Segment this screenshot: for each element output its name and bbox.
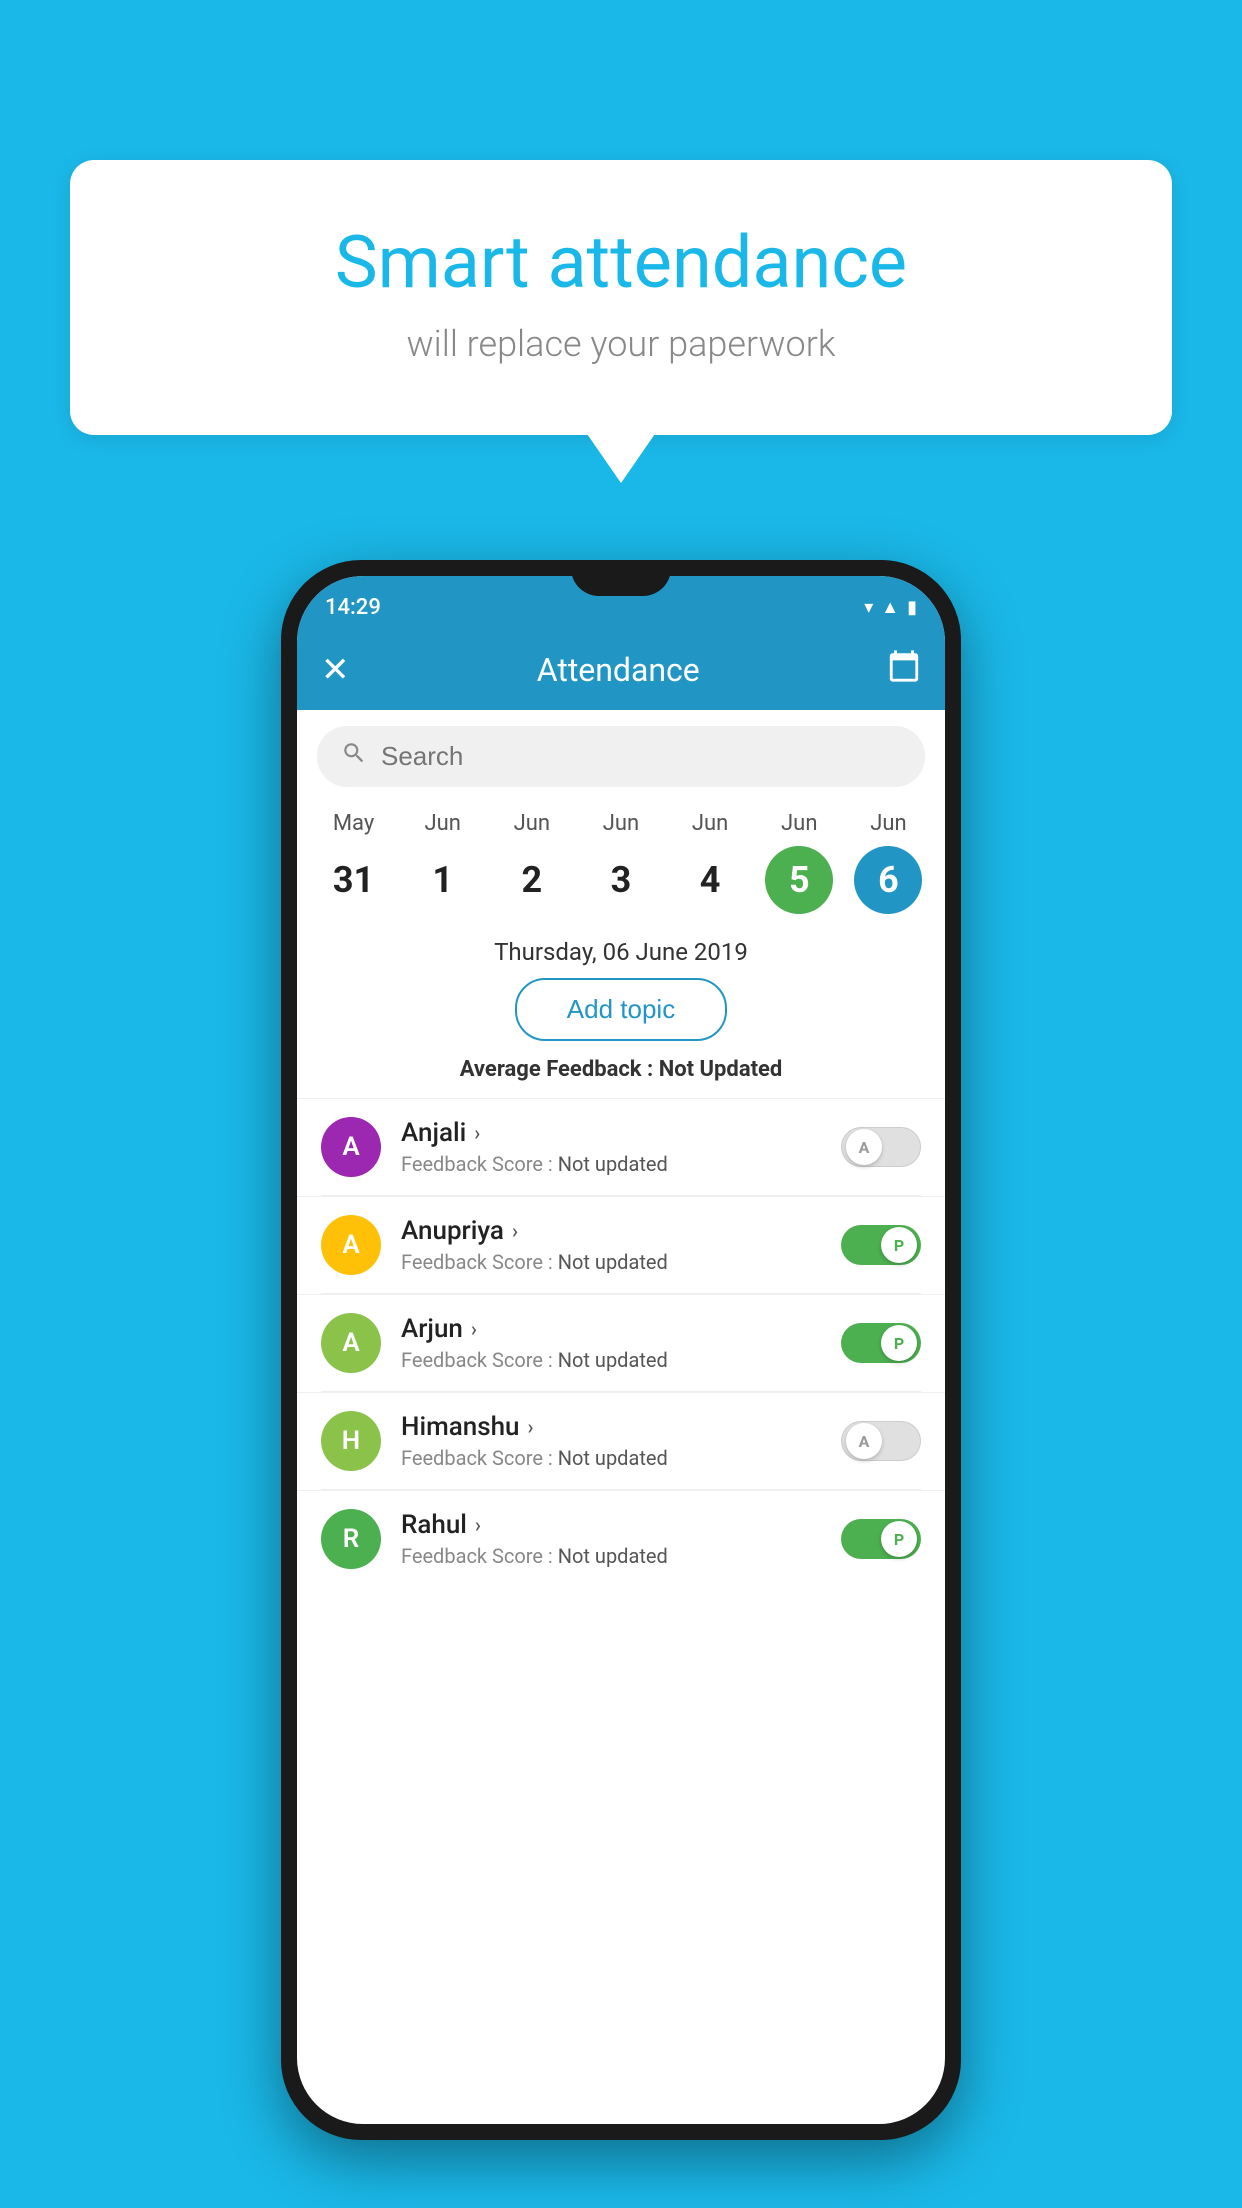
student-info-rahul: Rahul › Feedback Score : Not updated (401, 1510, 821, 1568)
calendar-strip: May 31 Jun 1 Jun 2 Jun 3 (297, 803, 945, 922)
speech-bubble-title: Smart attendance (150, 220, 1092, 305)
toggle-switch-rahul[interactable]: P (841, 1519, 921, 1559)
student-item-anupriya[interactable]: A Anupriya › Feedback Score : Not update… (297, 1196, 945, 1293)
toggle-switch-anjali[interactable]: A (841, 1127, 921, 1167)
feedback-anupriya: Feedback Score : Not updated (401, 1250, 821, 1274)
student-list: A Anjali › Feedback Score : Not updated … (297, 1098, 945, 1587)
signal-icon: ▲ (881, 597, 899, 618)
speech-bubble-subtitle: will replace your paperwork (150, 323, 1092, 365)
selected-date-label: Thursday, 06 June 2019 (297, 938, 945, 966)
toggle-switch-arjun[interactable]: P (841, 1323, 921, 1363)
phone-mockup: 14:29 ▾ ▲ ▮ ✕ Attendance (281, 560, 961, 2140)
speech-bubble: Smart attendance will replace your paper… (70, 160, 1172, 435)
phone-screen: 14:29 ▾ ▲ ▮ ✕ Attendance (297, 576, 945, 2124)
toggle-switch-anupriya[interactable]: P (841, 1225, 921, 1265)
wifi-icon: ▾ (864, 597, 873, 618)
student-info-himanshu: Himanshu › Feedback Score : Not updated (401, 1412, 821, 1470)
calendar-icon[interactable] (887, 649, 921, 691)
avg-feedback-label: Average Feedback : (460, 1057, 659, 1082)
student-name-rahul: Rahul › (401, 1510, 821, 1540)
cal-day-3[interactable]: Jun 3 (587, 811, 655, 914)
toggle-switch-himanshu[interactable]: A (841, 1421, 921, 1461)
toggle-arjun[interactable]: P (841, 1323, 921, 1363)
search-bar[interactable] (317, 726, 925, 787)
toggle-anupriya[interactable]: P (841, 1225, 921, 1265)
status-icons: ▾ ▲ ▮ (864, 597, 917, 618)
phone-outer: 14:29 ▾ ▲ ▮ ✕ Attendance (281, 560, 961, 2140)
toggle-himanshu[interactable]: A (841, 1421, 921, 1461)
app-bar-title: Attendance (537, 651, 700, 689)
screen-content: May 31 Jun 1 Jun 2 Jun 3 (297, 710, 945, 2124)
cal-day-0[interactable]: May 31 (320, 811, 388, 914)
cal-day-6[interactable]: Jun 6 (854, 811, 922, 914)
search-input[interactable] (381, 741, 901, 772)
search-icon (341, 740, 367, 773)
chevron-anupriya: › (512, 1219, 518, 1243)
chevron-himanshu: › (528, 1415, 534, 1439)
status-time: 14:29 (325, 595, 381, 620)
chevron-arjun: › (471, 1317, 477, 1341)
battery-icon: ▮ (907, 597, 917, 618)
student-name-arjun: Arjun › (401, 1314, 821, 1344)
cal-day-4[interactable]: Jun 4 (676, 811, 744, 914)
cal-day-2[interactable]: Jun 2 (498, 811, 566, 914)
avatar-himanshu: H (321, 1411, 381, 1471)
phone-notch (571, 560, 671, 596)
feedback-rahul: Feedback Score : Not updated (401, 1544, 821, 1568)
student-item-anjali[interactable]: A Anjali › Feedback Score : Not updated … (297, 1098, 945, 1195)
feedback-anjali: Feedback Score : Not updated (401, 1152, 821, 1176)
avatar-rahul: R (321, 1509, 381, 1569)
chevron-anjali: › (474, 1121, 480, 1145)
avatar-anupriya: A (321, 1215, 381, 1275)
toggle-rahul[interactable]: P (841, 1519, 921, 1559)
student-item-himanshu[interactable]: H Himanshu › Feedback Score : Not update… (297, 1392, 945, 1489)
close-icon[interactable]: ✕ (321, 650, 350, 690)
chevron-rahul: › (475, 1513, 481, 1537)
app-bar: ✕ Attendance (297, 630, 945, 710)
cal-day-5[interactable]: Jun 5 (765, 811, 833, 914)
avg-feedback-value: Not Updated (659, 1057, 783, 1082)
student-name-himanshu: Himanshu › (401, 1412, 821, 1442)
student-info-anjali: Anjali › Feedback Score : Not updated (401, 1118, 821, 1176)
student-item-arjun[interactable]: A Arjun › Feedback Score : Not updated P (297, 1294, 945, 1391)
feedback-arjun: Feedback Score : Not updated (401, 1348, 821, 1372)
student-name-anupriya: Anupriya › (401, 1216, 821, 1246)
feedback-himanshu: Feedback Score : Not updated (401, 1446, 821, 1470)
student-name-anjali: Anjali › (401, 1118, 821, 1148)
avatar-arjun: A (321, 1313, 381, 1373)
avatar-anjali: A (321, 1117, 381, 1177)
average-feedback: Average Feedback : Not Updated (297, 1057, 945, 1082)
student-item-rahul[interactable]: R Rahul › Feedback Score : Not updated P (297, 1490, 945, 1587)
student-info-anupriya: Anupriya › Feedback Score : Not updated (401, 1216, 821, 1274)
student-info-arjun: Arjun › Feedback Score : Not updated (401, 1314, 821, 1372)
cal-day-1[interactable]: Jun 1 (409, 811, 477, 914)
add-topic-button[interactable]: Add topic (515, 978, 727, 1041)
toggle-anjali[interactable]: A (841, 1127, 921, 1167)
